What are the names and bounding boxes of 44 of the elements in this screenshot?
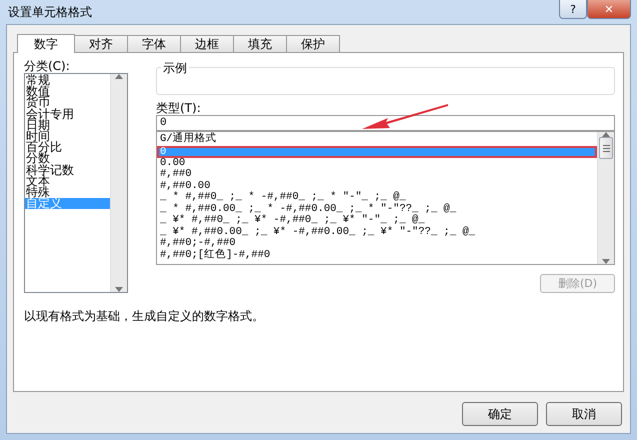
format-item[interactable]: _ ¥* #,##0.00_ ;_ ¥* -#,##0.00_ ;_ ¥* "-"??_ ;_ @_	[157, 226, 597, 238]
format-list[interactable]	[156, 131, 615, 265]
category-item[interactable]: 日期	[25, 120, 110, 132]
category-label: 分类(C):	[24, 59, 71, 73]
category-item[interactable]: 百分比	[25, 142, 110, 154]
format-item[interactable]: _ ¥* #,##0_ ;_ ¥* -#,##0_ ;_ ¥* "-"_ ;_ @_	[157, 215, 597, 226]
tab[interactable]: 数字	[17, 34, 75, 53]
tab[interactable]: 对齐	[74, 35, 128, 52]
tab[interactable]: 填充	[233, 35, 287, 52]
category-item[interactable]: 数值	[25, 86, 110, 98]
format-item[interactable]: #,##0;[红色]-#,##0	[157, 250, 597, 261]
category-item[interactable]: 特殊	[25, 187, 110, 198]
category-list[interactable]: 常规 数值 货币 会计专用 日期 时间 百分比 分数 科学记数 文本 特殊 自定义	[24, 73, 128, 293]
category-item[interactable]: 常规	[25, 75, 110, 86]
ok-button[interactable]: 确定	[462, 402, 538, 426]
format-item[interactable]: _ * #,##0_ ;_ * -#,##0_ ;_ * "-"_ ;_ @_	[157, 192, 597, 204]
scrollbar[interactable]	[110, 74, 127, 292]
format-item[interactable]: #,##0	[157, 169, 597, 180]
format-item[interactable]: #,##0.00	[157, 180, 597, 192]
sample-label: 示例	[161, 61, 189, 75]
help-button[interactable]: ?	[559, 0, 587, 19]
category-item[interactable]: 货币	[25, 97, 110, 109]
format-item[interactable]: G/通用格式	[157, 134, 597, 146]
format-item[interactable]: #,##0;-#,##0	[157, 238, 597, 250]
window-title: 设置单元格格式	[7, 4, 93, 21]
format-item[interactable]: _ * #,##0.00_ ;_ * -#,##0.00_ ;_ * "-"??_ ;_ @_	[157, 204, 597, 215]
tab[interactable]: 字体	[127, 35, 181, 52]
category-item[interactable]: 时间	[25, 131, 110, 142]
category-item[interactable]: 科学记数	[25, 164, 110, 176]
category-item[interactable]: 文本	[25, 176, 110, 188]
type-label: 类型(T):	[156, 101, 202, 115]
scroll-thumb[interactable]	[599, 137, 613, 159]
scroll-down-icon[interactable]	[602, 259, 610, 264]
category-item[interactable]: 分数	[25, 153, 110, 165]
scroll-down-icon[interactable]	[115, 287, 123, 292]
type-input-field[interactable]: 0	[156, 115, 615, 131]
tab[interactable]: 边框	[180, 35, 234, 52]
description-text: 以现有格式为基础，生成自定义的数字格式。	[24, 309, 265, 323]
cancel-button[interactable]: 取消	[546, 402, 622, 426]
format-item[interactable]: 0.00	[157, 158, 597, 169]
tab[interactable]: 保护	[286, 35, 340, 52]
category-item[interactable]: 会计专用	[25, 108, 110, 120]
scroll-up-icon[interactable]	[115, 74, 123, 79]
scrollbar[interactable]	[597, 132, 614, 264]
